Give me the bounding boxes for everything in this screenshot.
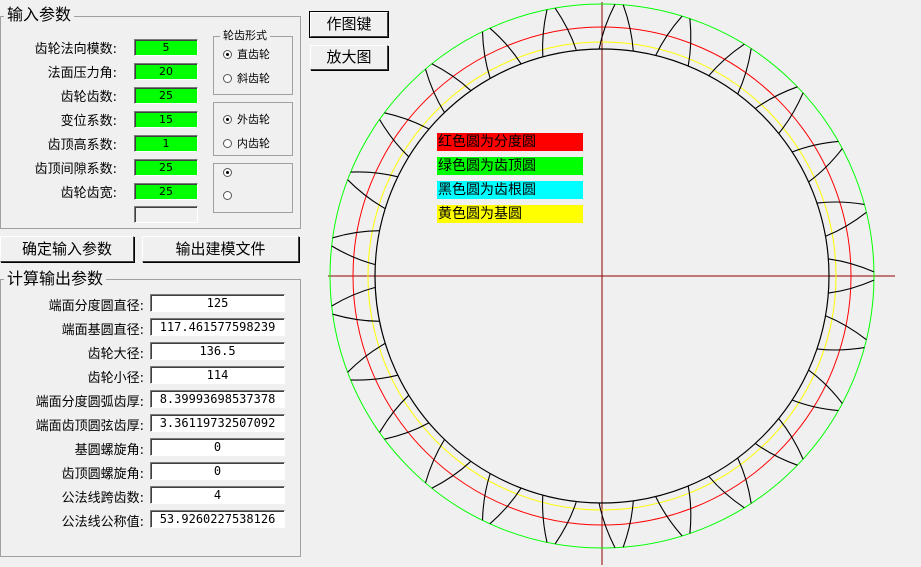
legend-pitch-circle: 红色圆为分度圆 xyxy=(437,133,583,151)
tip-chord-thickness-label: 端面齿顶圆弦齿厚: xyxy=(35,419,144,434)
radio-internal-gear-dot xyxy=(223,138,232,148)
normal-pressure-angle-input[interactable]: 20 xyxy=(134,63,198,80)
shift-coefficient-input[interactable]: 15 xyxy=(134,111,198,128)
radio-extra-1-dot xyxy=(223,168,232,177)
base-diameter-output: 117.461577598239 xyxy=(150,318,285,336)
radio-external-gear-dot xyxy=(223,114,232,124)
gear-drawing xyxy=(328,2,895,565)
radio-helical-gear-label: 斜齿轮 xyxy=(237,72,270,85)
radio-spur-gear[interactable]: 直齿轮 xyxy=(223,46,270,62)
tip-diameter-output: 136.5 xyxy=(150,342,285,360)
base-helix-angle-output: 0 xyxy=(150,438,285,456)
radio-external-gear-label: 外齿轮 xyxy=(237,113,270,126)
addendum-coefficient-label: 齿顶高系数: xyxy=(47,138,117,153)
base-tangent-length-label: 公法线公称值: xyxy=(61,515,144,530)
tooth-count-label: 齿轮齿数: xyxy=(60,90,117,105)
span-teeth-count-label: 公法线跨齿数: xyxy=(61,491,144,506)
tooth-count-input[interactable]: 25 xyxy=(134,87,198,104)
tip-helix-angle-output: 0 xyxy=(150,462,285,480)
face-width-label: 齿轮齿宽: xyxy=(60,186,117,201)
radio-spur-gear-label: 直齿轮 xyxy=(237,48,270,61)
pitch-diameter-label: 端面分度圆直径: xyxy=(48,299,144,314)
gear-form-title: 轮齿形式 xyxy=(220,30,270,42)
radio-extra-2[interactable] xyxy=(223,191,237,200)
normal-module-input[interactable]: 5 xyxy=(134,39,198,56)
radio-spur-gear-dot xyxy=(223,49,232,59)
span-teeth-count-output: 4 xyxy=(150,486,285,504)
radio-external-gear[interactable]: 外齿轮 xyxy=(223,111,270,127)
input-params-title: 输入参数 xyxy=(4,6,75,24)
pitch-diameter-output: 125 xyxy=(150,294,285,312)
radio-extra-2-dot xyxy=(223,191,232,200)
legend-tip-circle: 绿色圆为齿顶圆 xyxy=(437,157,583,175)
radio-extra-1[interactable] xyxy=(223,168,237,177)
legend-root-circle: 黑色圆为齿根圆 xyxy=(437,181,583,199)
pitch-arc-thickness-label: 端面分度圆弧齿厚: xyxy=(35,395,144,410)
root-diameter-output: 114 xyxy=(150,366,285,384)
legend-base-circle: 黄色圆为基圆 xyxy=(437,205,583,223)
root-diameter-label: 齿轮小径: xyxy=(87,371,144,386)
output-params-title: 计算输出参数 xyxy=(4,270,107,288)
base-tangent-length-output: 53.9260227538126 xyxy=(150,510,285,528)
shift-coefficient-label: 变位系数: xyxy=(60,114,117,129)
base-helix-angle-label: 基圆螺旋角: xyxy=(74,443,144,458)
gear-form-group: 轮齿形式 xyxy=(213,30,293,95)
radio-helical-gear[interactable]: 斜齿轮 xyxy=(223,70,270,86)
confirm-input-button[interactable]: 确定输入参数 xyxy=(0,236,134,262)
normal-pressure-angle-label: 法面压力角: xyxy=(47,66,117,81)
face-width-input[interactable]: 25 xyxy=(134,183,198,200)
tip-diameter-label: 齿轮大径: xyxy=(87,347,144,362)
pitch-arc-thickness-output: 8.39993698537378 xyxy=(150,390,285,408)
radio-helical-gear-dot xyxy=(223,73,232,83)
clearance-coefficient-label: 齿顶间隙系数: xyxy=(34,162,117,177)
export-model-button[interactable]: 输出建模文件 xyxy=(142,236,299,262)
base-diameter-label: 端面基圆直径: xyxy=(61,323,144,338)
radio-internal-gear-label: 内齿轮 xyxy=(237,137,270,150)
extra-input[interactable] xyxy=(134,206,198,223)
tip-helix-angle-label: 齿顶圆螺旋角: xyxy=(61,467,144,482)
clearance-coefficient-input[interactable]: 25 xyxy=(134,159,198,176)
tip-chord-thickness-output: 3.36119732507092 xyxy=(150,414,285,432)
radio-internal-gear[interactable]: 内齿轮 xyxy=(223,135,270,151)
addendum-coefficient-input[interactable]: 1 xyxy=(134,135,198,152)
normal-module-label: 齿轮法向模数: xyxy=(34,42,117,57)
